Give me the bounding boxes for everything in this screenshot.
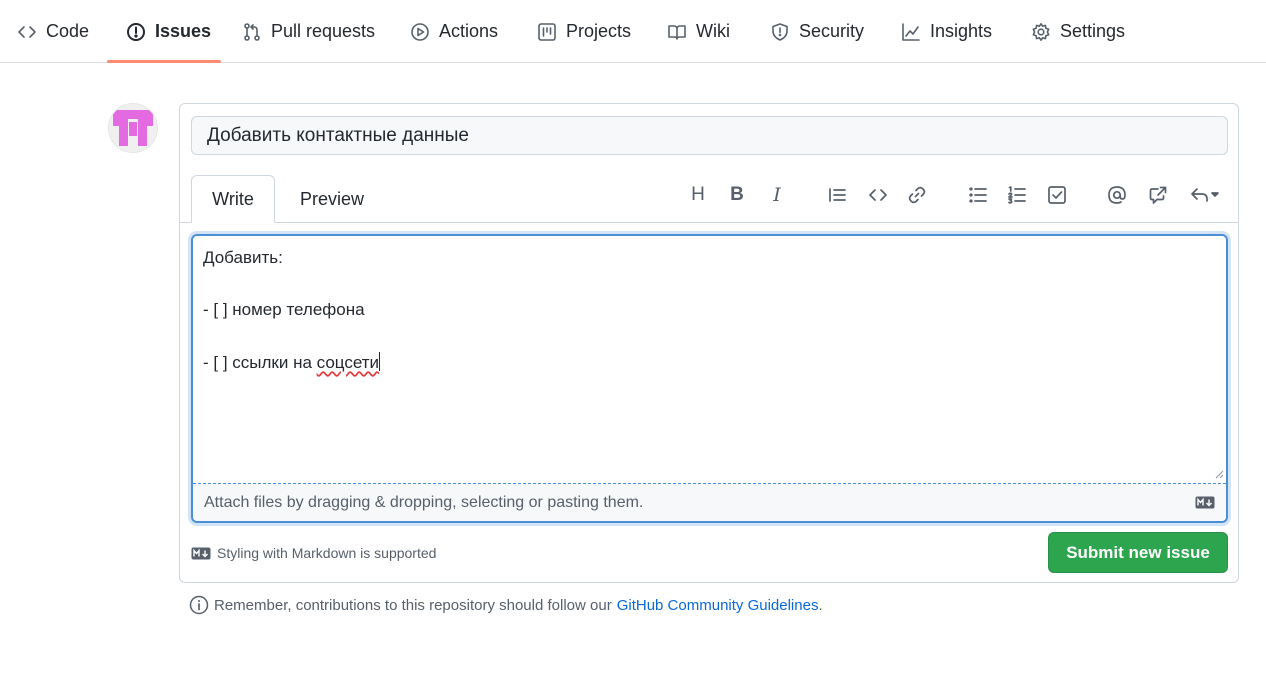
avatar[interactable] <box>109 104 157 152</box>
issue-opened-icon <box>127 22 145 41</box>
tab-projects-label: Projects <box>566 21 632 41</box>
footer-suffix: . <box>818 596 823 614</box>
tasklist-button[interactable] <box>1045 183 1069 207</box>
quote-button[interactable] <box>825 183 849 207</box>
tab-wiki[interactable]: Wiki <box>667 0 730 63</box>
body-line-3-prefix: - [ ] ссылки на <box>203 353 317 372</box>
quote-icon <box>829 188 846 202</box>
selected-tab-indicator <box>107 60 221 63</box>
mention-icon <box>1108 186 1126 204</box>
markdown-icon <box>191 547 211 559</box>
code-button[interactable] <box>866 183 890 207</box>
tab-projects[interactable]: Projects <box>537 0 631 63</box>
misspelled-word: соцсети <box>316 353 380 372</box>
shield-icon <box>772 22 788 41</box>
ordered-list-icon <box>1008 186 1026 204</box>
mention-button[interactable] <box>1105 183 1129 207</box>
play-icon <box>411 22 429 41</box>
footer-text: Remember, contributions to this reposito… <box>214 596 612 614</box>
bold-button[interactable]: B <box>725 183 749 207</box>
resize-grip-icon[interactable] <box>1214 469 1224 479</box>
tab-code[interactable]: Code <box>17 0 89 63</box>
tab-insights-label: Insights <box>930 21 993 41</box>
tab-wiki-label: Wiki <box>696 21 730 41</box>
info-icon <box>189 595 209 615</box>
link-icon <box>908 186 926 204</box>
tab-pull-requests[interactable]: Pull requests <box>242 0 375 63</box>
code-icon <box>18 25 36 38</box>
tab-write[interactable]: Write <box>191 175 275 223</box>
italic-icon: I <box>773 184 781 206</box>
issue-title-input[interactable] <box>191 116 1228 155</box>
body-line-3: - [ ] ссылки на соцсети <box>203 352 381 373</box>
link-button[interactable] <box>905 183 929 207</box>
tab-issues[interactable]: Issues <box>126 0 211 63</box>
git-pull-request-icon <box>244 22 260 41</box>
heading-icon: H <box>691 184 705 205</box>
cross-reference-button[interactable] <box>1146 183 1170 207</box>
tab-actions-label: Actions <box>439 21 499 41</box>
reply-icon <box>1191 188 1219 202</box>
tab-code-label: Code <box>46 21 90 41</box>
tab-settings[interactable]: Settings <box>1031 0 1125 63</box>
tab-settings-label: Settings <box>1060 21 1126 41</box>
community-guidelines-link[interactable]: GitHub Community Guidelines <box>617 597 819 614</box>
body-line-1: Добавить: <box>203 248 283 267</box>
book-icon <box>668 24 686 40</box>
unordered-list-button[interactable] <box>966 183 990 207</box>
issue-body-textarea[interactable]: Добавить: - [ ] номер телефона - [ ] ссы… <box>191 234 1228 523</box>
cross-reference-icon <box>1149 186 1167 204</box>
markdown-icon <box>1195 496 1215 509</box>
tab-actions[interactable]: Actions <box>410 0 498 63</box>
tab-issues-label: Issues <box>155 21 212 41</box>
attach-hint: Attach files by dragging & dropping, sel… <box>204 493 644 511</box>
reply-button[interactable] <box>1186 183 1226 207</box>
text-caret <box>379 352 381 371</box>
heading-button[interactable]: H <box>686 183 710 207</box>
tab-insights[interactable]: Insights <box>901 0 992 63</box>
file-attachment-bar[interactable]: Attach files by dragging & dropping, sel… <box>193 483 1226 521</box>
tab-security[interactable]: Security <box>770 0 864 63</box>
markdown-hint-label: Styling with Markdown is supported <box>217 545 437 561</box>
repo-nav: Code Issues Pull requests Actions Projec… <box>0 0 1266 63</box>
new-issue-form: Write Preview H B I Добавить: - [ ] номе… <box>179 103 1239 583</box>
submit-new-issue-button[interactable]: Submit new issue <box>1048 532 1228 573</box>
code-icon <box>869 189 887 201</box>
graph-icon <box>902 22 920 41</box>
italic-button[interactable]: I <box>765 183 789 207</box>
tasklist-icon <box>1048 186 1066 204</box>
ordered-list-button[interactable] <box>1005 183 1029 207</box>
gear-icon <box>1032 22 1050 41</box>
bold-icon: B <box>730 184 744 205</box>
tab-preview[interactable]: Preview <box>280 175 384 223</box>
tab-security-label: Security <box>799 21 865 41</box>
project-icon <box>538 22 556 41</box>
contribution-guidelines-note: Remember, contributions to this reposito… <box>189 595 823 615</box>
unordered-list-icon <box>969 187 987 203</box>
tab-pull-requests-label: Pull requests <box>271 21 376 41</box>
markdown-hint[interactable]: Styling with Markdown is supported <box>191 545 436 561</box>
body-line-2: - [ ] номер телефона <box>203 300 365 319</box>
identicon <box>109 104 157 152</box>
